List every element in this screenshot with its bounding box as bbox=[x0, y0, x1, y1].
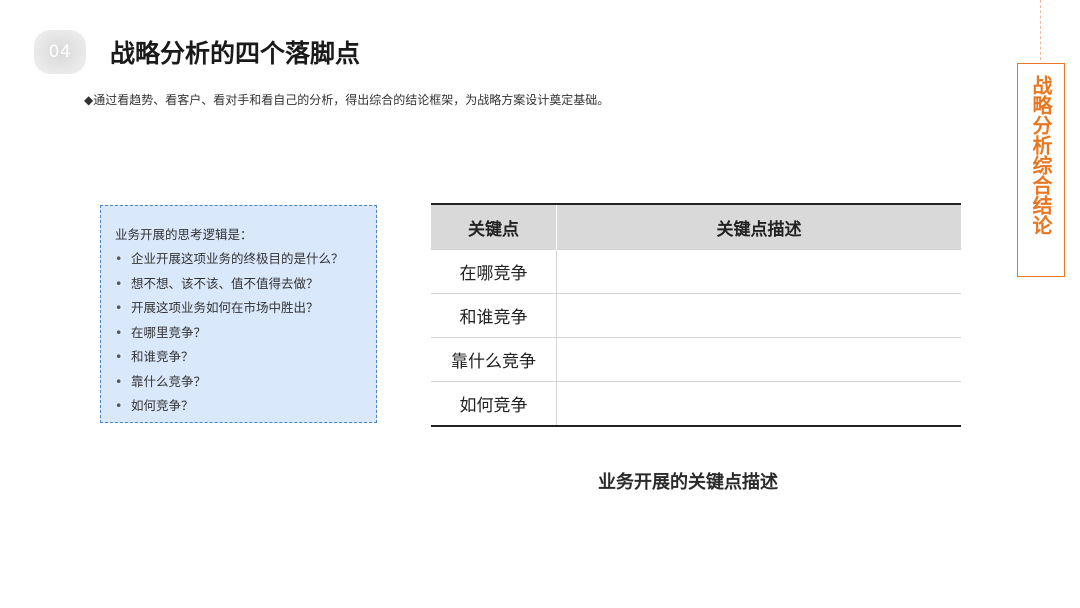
table-cell-key-point: 靠什么竞争 bbox=[431, 337, 557, 382]
table-cell-key-point: 和谁竞争 bbox=[431, 293, 557, 338]
side-dashed-line bbox=[1040, 0, 1041, 60]
list-item: 和谁竞争？ bbox=[115, 348, 376, 373]
page-subtitle: ◆通过看趋势、看客户、看对手和看自己的分析，得出综合的结论框架，为战略方案设计奠… bbox=[84, 93, 610, 107]
list-item: 企业开展这项业务的终极目的是什么？ bbox=[115, 250, 376, 275]
table-cell-description bbox=[556, 381, 961, 426]
table-row: 靠什么竞争 bbox=[431, 337, 961, 382]
list-item: 靠什么竞争？ bbox=[115, 373, 376, 398]
table-cell-key-point: 在哪竞争 bbox=[431, 249, 557, 294]
list-item: 如何竞争？ bbox=[115, 397, 376, 422]
table-caption: 业务开展的关键点描述 bbox=[598, 472, 778, 493]
table-header-description: 关键点描述 bbox=[556, 204, 961, 250]
list-item: 想不想、该不该、值不值得去做？ bbox=[115, 275, 376, 300]
table-cell-description bbox=[556, 293, 961, 338]
side-section-label-text: 战略分析综合结论 bbox=[1029, 75, 1053, 235]
thinking-logic-list: 企业开展这项业务的终极目的是什么？ 想不想、该不该、值不值得去做？ 开展这项业务… bbox=[115, 250, 376, 422]
table-row: 和谁竞争 bbox=[431, 293, 961, 338]
thinking-logic-heading: 业务开展的思考逻辑是： bbox=[115, 227, 253, 242]
list-item: 在哪里竞争？ bbox=[115, 324, 376, 349]
table-header-row: 关键点 关键点描述 bbox=[431, 204, 961, 250]
table-header-key-point: 关键点 bbox=[431, 204, 557, 250]
table-cell-description bbox=[556, 337, 961, 382]
thinking-logic-box: 业务开展的思考逻辑是： 企业开展这项业务的终极目的是什么？ 想不想、该不该、值不… bbox=[100, 205, 377, 423]
table-cell-description bbox=[556, 249, 961, 294]
table-row: 在哪竞争 bbox=[431, 249, 961, 294]
side-section-label: 战略分析综合结论 bbox=[1017, 63, 1065, 277]
table-row: 如何竞争 bbox=[431, 381, 961, 426]
list-item: 开展这项业务如何在市场中胜出？ bbox=[115, 299, 376, 324]
section-number-badge: 04 bbox=[34, 30, 86, 74]
table-cell-key-point: 如何竞争 bbox=[431, 381, 557, 426]
page-title: 战略分析的四个落脚点 bbox=[110, 39, 361, 68]
key-points-table: 关键点 关键点描述 在哪竞争 和谁竞争 靠什么竞争 如何竞争 bbox=[431, 203, 961, 427]
